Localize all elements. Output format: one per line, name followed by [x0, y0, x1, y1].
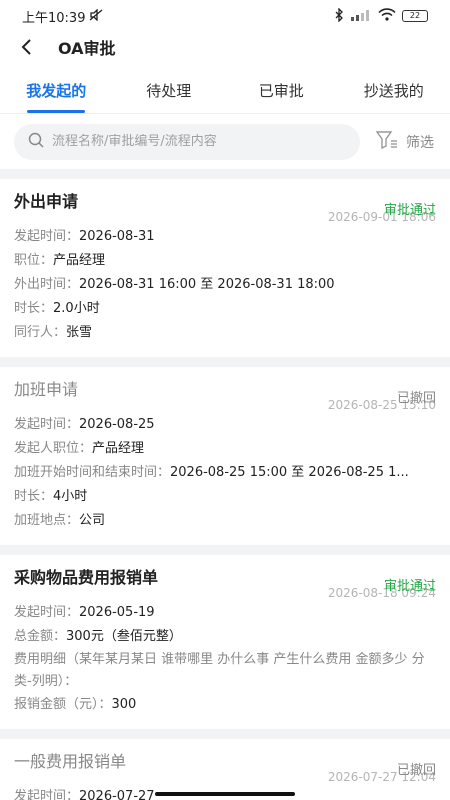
filter-icon: [375, 130, 398, 153]
field-label: 发起人职位：: [14, 441, 93, 456]
status-badge: 已撤回: [396, 763, 436, 778]
search-box[interactable]: [14, 123, 360, 160]
card-field: 加班开始时间和结束时间：2026-08-25 15:00 至 2026-08-2…: [14, 461, 436, 485]
field-label: 职位：: [14, 253, 54, 268]
card-field: 时长：4小时: [14, 485, 436, 509]
field-value: 2026-08-31: [79, 229, 155, 244]
field-label: 报销金额（元）：: [14, 697, 112, 712]
card-field: 发起时间：2026-05-19: [14, 601, 436, 625]
status-time: 上午10:39: [22, 10, 86, 26]
field-label: 发起时间：: [14, 417, 80, 432]
card-field: 报销金额（元）：300: [14, 693, 436, 717]
status-badge: 已撤回: [396, 391, 436, 406]
cellular-signal-icon: [350, 9, 372, 24]
card-field: 加班地点：公司: [14, 509, 436, 533]
approval-list: 外出申请 审批通过 2026-09-01 18:06 发起时间：2026-08-…: [0, 169, 450, 800]
approval-card[interactable]: 外出申请 审批通过 2026-09-01 18:06 发起时间：2026-08-…: [0, 179, 450, 357]
field-value: 300元（叁佰元整）: [66, 629, 182, 644]
search-input[interactable]: [52, 134, 346, 149]
filter-label: 筛选: [406, 134, 434, 151]
field-label: 费用明细（某年某月某日 谁带哪里 办什么事 产生什么费用 金额多少 分类-列明）…: [14, 652, 425, 689]
field-label: 加班开始时间和结束时间：: [14, 465, 171, 480]
field-label: 外出时间：: [14, 277, 80, 292]
field-value: 2026-08-31 16:00 至 2026-08-31 18:00: [79, 277, 335, 292]
field-value: 产品经理: [92, 441, 145, 456]
field-value: 2026-05-19: [79, 605, 155, 620]
card-field: 同行人：张雪: [14, 321, 436, 345]
card-field: 发起时间：2026-08-25: [14, 413, 436, 437]
status-bar: 上午10:39 22: [0, 0, 450, 32]
field-value: 2.0小时: [53, 301, 100, 316]
tab-cc-me[interactable]: 抄送我的: [338, 80, 450, 113]
tab-initiated[interactable]: 我发起的: [0, 80, 113, 113]
status-badge: 审批通过: [383, 579, 436, 594]
card-field: 外出时间：2026-08-31 16:00 至 2026-08-31 18:00: [14, 273, 436, 297]
status-right: 22: [334, 6, 428, 25]
status-badge: 审批通过: [383, 203, 436, 218]
card-field: 时长：2.0小时: [14, 297, 436, 321]
card-field: 费用明细（某年某月某日 谁带哪里 办什么事 产生什么费用 金额多少 分类-列明）…: [14, 649, 436, 693]
card-field: 发起时间：2026-08-31: [14, 225, 436, 249]
back-arrow-icon[interactable]: [12, 33, 40, 61]
search-icon: [28, 132, 44, 152]
field-value: 产品经理: [53, 253, 106, 268]
wifi-icon: [378, 8, 396, 24]
field-label: 发起时间：: [14, 229, 80, 244]
field-label: 时长：: [14, 301, 54, 316]
field-label: 发起时间：: [14, 605, 80, 620]
nav-bar: OA审批: [0, 32, 450, 62]
battery-icon: 22: [402, 10, 428, 22]
approval-card[interactable]: 一般费用报销单 已撤回 2026-07-27 12:04 发起时间：2026-0…: [0, 739, 450, 800]
approval-card[interactable]: 采购物品费用报销单 审批通过 2026-08-18 09:24 发起时间：202…: [0, 555, 450, 729]
card-field: 发起人职位：产品经理: [14, 437, 436, 461]
mute-icon: [89, 7, 103, 24]
search-row: 筛选: [0, 114, 450, 169]
tab-bar: 我发起的 待处理 已审批 抄送我的: [0, 62, 450, 114]
status-left: 上午10:39: [22, 7, 103, 26]
field-value: 2026-08-25 15:00 至 2026-08-25 1...: [170, 465, 409, 480]
field-value: 2026-08-25: [79, 417, 155, 432]
field-label: 时长：: [14, 489, 54, 504]
field-value: 300: [111, 697, 137, 712]
bluetooth-icon: [334, 6, 344, 25]
card-field: 职位：产品经理: [14, 249, 436, 273]
field-label: 总金额：: [14, 629, 67, 644]
field-label: 同行人：: [14, 325, 67, 340]
field-value: 2026-07-27: [79, 789, 155, 800]
field-label: 加班地点：: [14, 513, 80, 528]
field-value: 张雪: [66, 325, 93, 340]
home-indicator[interactable]: [155, 792, 295, 796]
tab-pending[interactable]: 待处理: [113, 80, 226, 113]
field-value: 4小时: [53, 489, 88, 504]
field-label: 发起时间：: [14, 789, 80, 800]
filter-button[interactable]: 筛选: [375, 130, 436, 153]
field-value: 公司: [79, 513, 106, 528]
card-field: 总金额：300元（叁佰元整）: [14, 625, 436, 649]
page-title: OA审批: [58, 39, 116, 58]
approval-card[interactable]: 加班申请 已撤回 2026-08-25 15:10 发起时间：2026-08-2…: [0, 367, 450, 545]
tab-approved[interactable]: 已审批: [225, 80, 338, 113]
